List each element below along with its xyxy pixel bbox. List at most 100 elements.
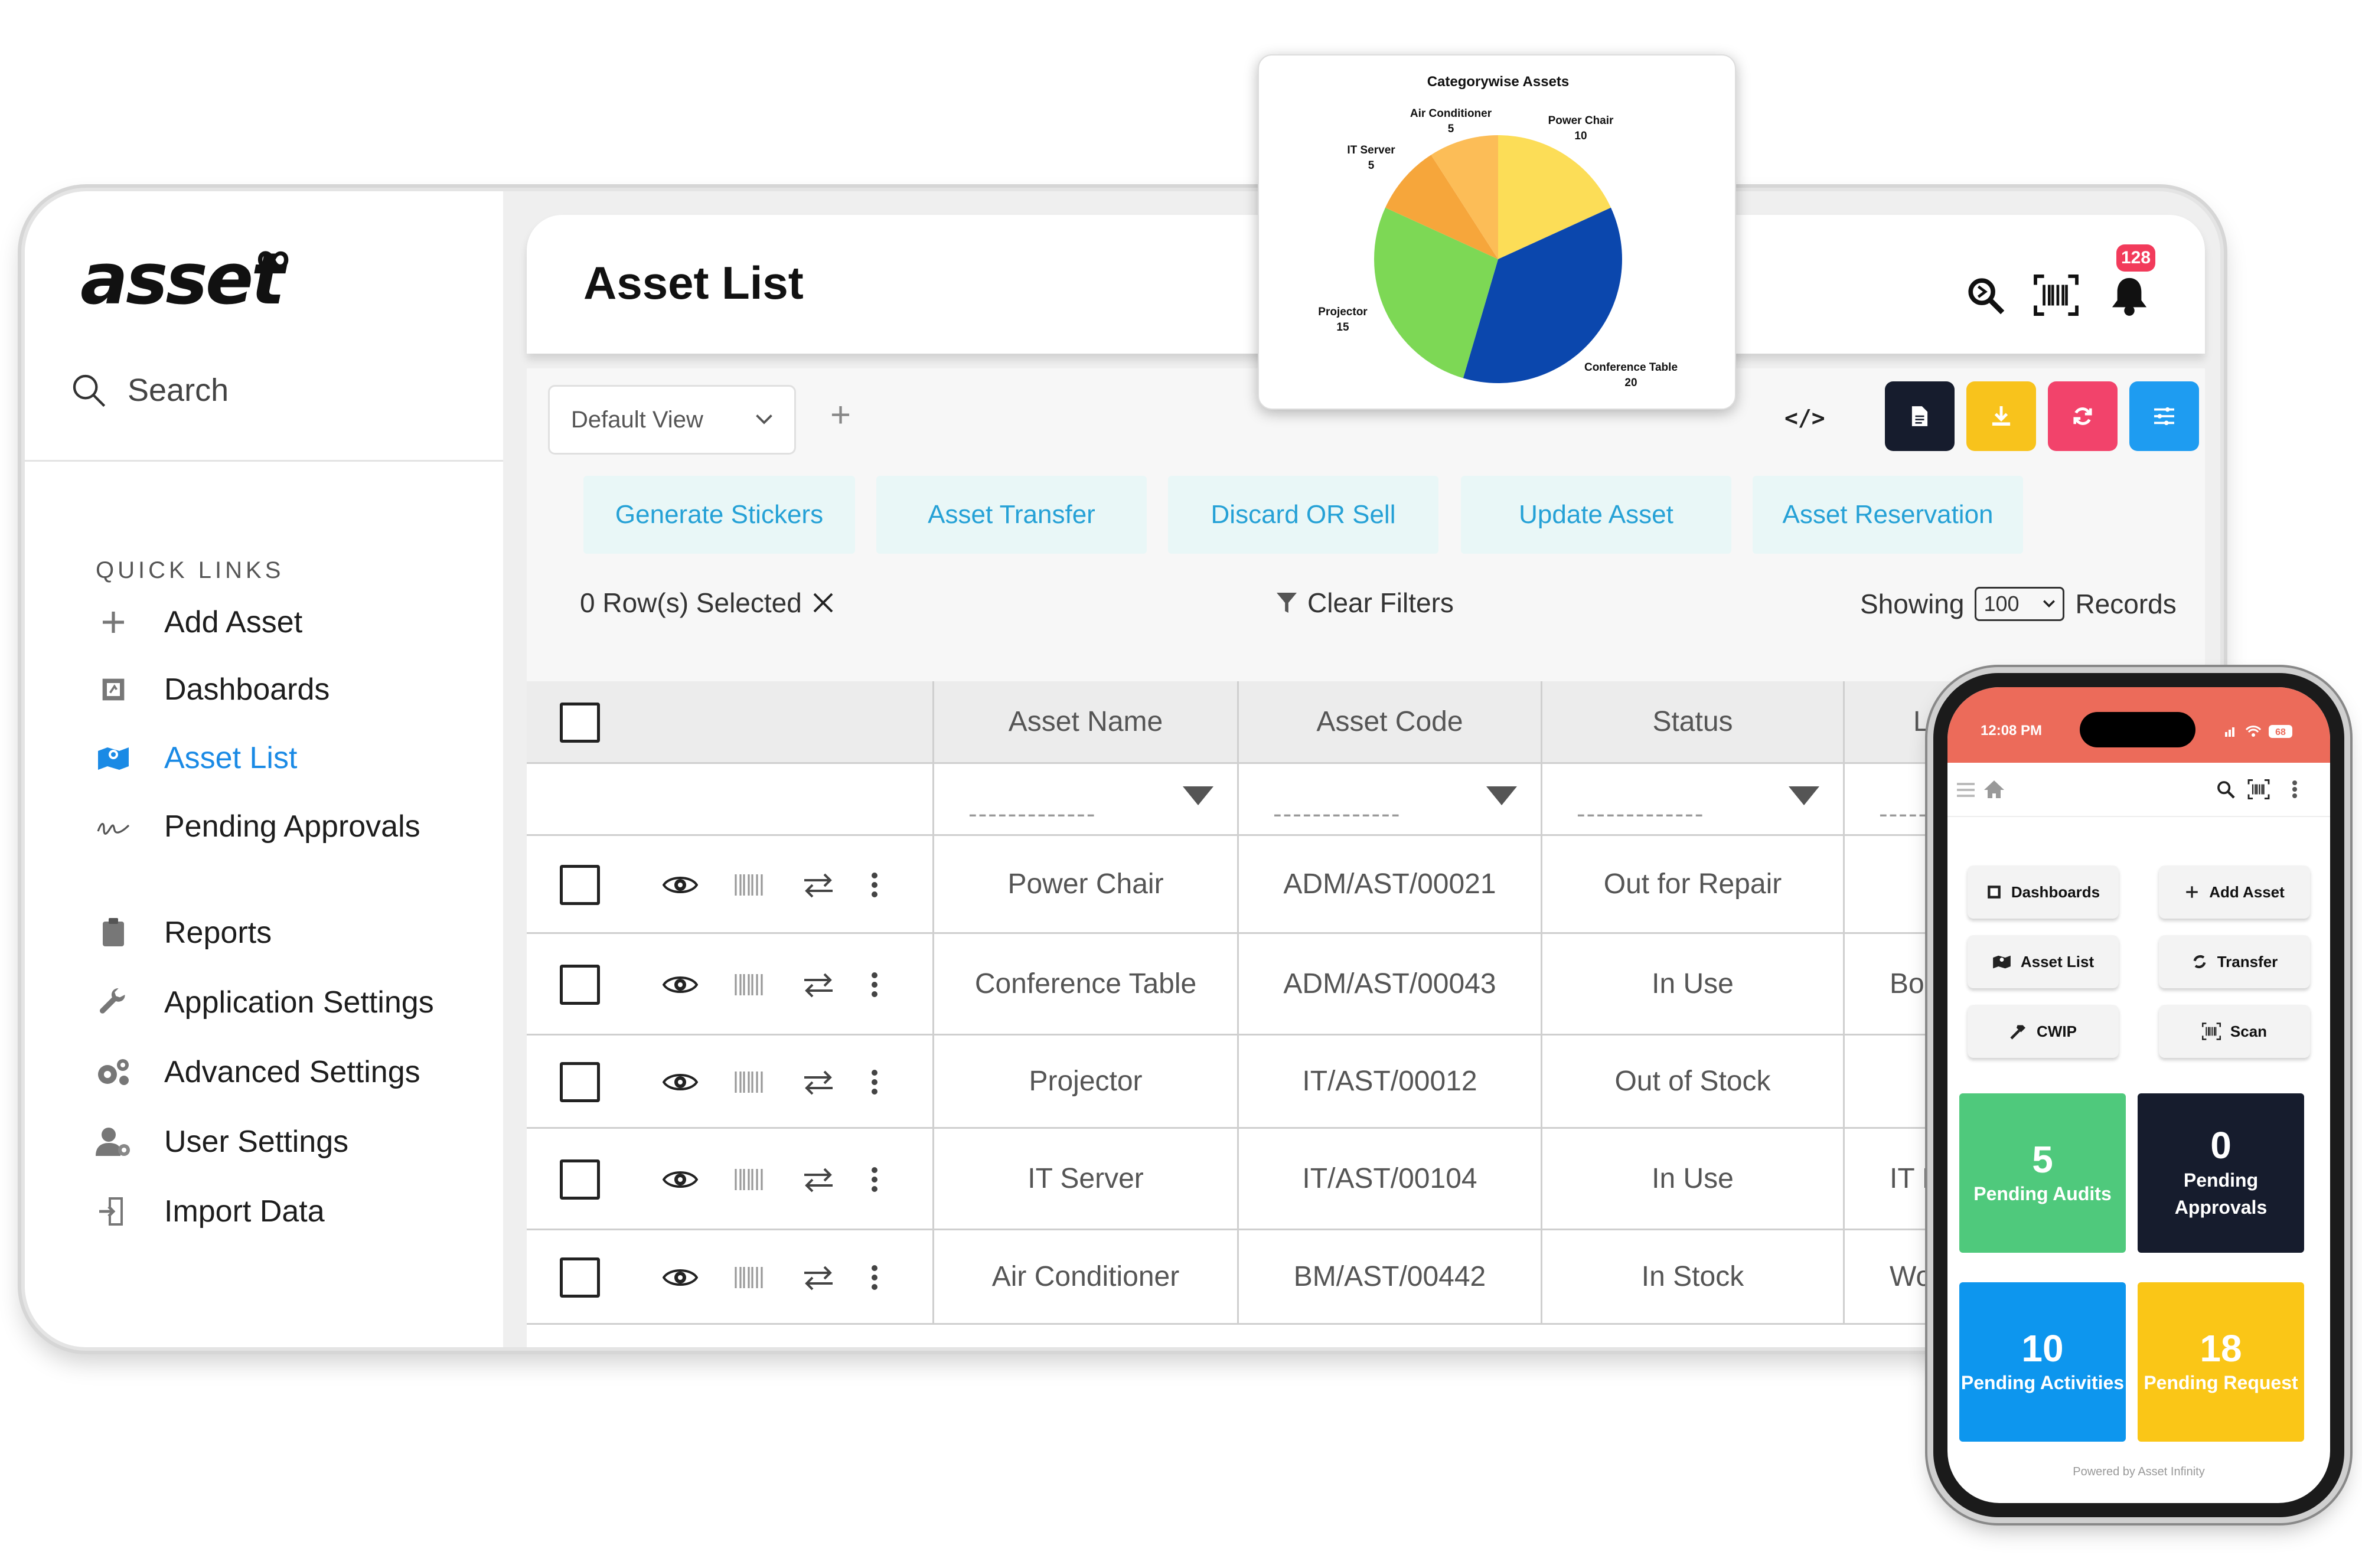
cell-asset-name[interactable]: Air Conditioner [934,1230,1239,1323]
select-all-checkbox[interactable] [560,703,600,743]
view-select[interactable]: Default View [548,385,796,455]
sidebar-item-label: Asset List [164,741,298,775]
phone-scan-button[interactable]: Scan [2159,1005,2310,1058]
column-header-asset-name[interactable]: Asset Name [934,681,1239,764]
phone-add-asset-button[interactable]: Add Asset [2159,865,2310,919]
transfer-arrows-icon[interactable] [802,871,835,899]
transfer-icon [2193,955,2206,968]
search-asset-icon[interactable] [2216,779,2236,799]
sidebar-item-label: Pending Approvals [164,809,420,844]
filter-asset-code[interactable]: ------------- [1239,764,1542,836]
sidebar-item-application-settings[interactable]: Application Settings [96,985,434,1020]
cell-asset-name[interactable]: Power Chair [934,836,1239,932]
home-icon[interactable] [1983,779,2005,799]
view-eye-icon[interactable] [663,871,698,899]
column-header-status[interactable]: Status [1542,681,1845,764]
view-eye-icon[interactable] [663,1165,698,1194]
tile-pending-approvals[interactable]: 0 Pending Approvals [2138,1093,2304,1253]
menu-icon[interactable] [1956,782,1976,798]
more-vertical-icon[interactable] [870,1165,879,1194]
cell-asset-code[interactable]: IT/AST/00104 [1239,1129,1542,1229]
column-header-asset-code[interactable]: Asset Code [1239,681,1542,764]
sidebar-item-add-asset[interactable]: Add Asset [96,605,302,640]
barcode-icon[interactable] [733,1263,766,1292]
asset-transfer-button[interactable]: Asset Transfer [876,476,1147,554]
sidebar-item-advanced-settings[interactable]: Advanced Settings [96,1054,420,1090]
more-vertical-icon[interactable] [870,971,879,999]
cell-asset-code[interactable]: ADM/AST/00043 [1239,934,1542,1034]
tile-pending-audits[interactable]: 5 Pending Audits [1959,1093,2126,1253]
filter-asset-name[interactable]: ------------- [934,764,1239,836]
user-gear-icon [96,1124,131,1159]
sidebar-item-import-data[interactable]: Import Data [96,1194,325,1229]
phone-frame: 12:08 PM 68 Dashboards Add Asset Asset L… [1933,673,2344,1517]
tile-pending-request[interactable]: 18 Pending Request [2138,1282,2304,1442]
barcode-icon[interactable] [733,871,766,899]
transfer-arrows-icon[interactable] [802,1165,835,1194]
more-vertical-icon[interactable] [870,1263,879,1292]
sidebar-item-pending-approvals[interactable]: Pending Approvals [96,809,420,844]
transfer-arrows-icon[interactable] [802,971,835,999]
pie-slice-label: Power Chair [1548,115,1614,127]
asset-reservation-button[interactable]: Asset Reservation [1753,476,2023,554]
cell-asset-name[interactable]: Projector [934,1035,1239,1127]
search-label: Search [128,373,229,408]
barcode-icon[interactable] [733,1165,766,1194]
records-select[interactable]: 100 [1975,587,2065,621]
tile-label: Pending Approvals [2174,1169,2268,1219]
add-view-button[interactable]: + [830,394,851,435]
update-asset-button[interactable]: Update Asset [1461,476,1731,554]
clear-filters-button[interactable]: Clear Filters [1277,587,1454,619]
sidebar-item-label: Dashboards [164,672,330,707]
sidebar-item-reports[interactable]: Reports [96,915,272,950]
export-pdf-button[interactable] [1885,381,1955,451]
phone-dashboards-button[interactable]: Dashboards [1968,865,2119,919]
discard-or-sell-button[interactable]: Discard OR Sell [1168,476,1438,554]
phone-asset-list-button[interactable]: Asset List [1968,935,2119,988]
view-eye-icon[interactable] [663,1068,698,1096]
more-vertical-icon[interactable] [2291,779,2298,799]
download-button[interactable] [1966,381,2036,451]
cell-asset-code[interactable]: ADM/AST/00021 [1239,836,1542,932]
row-checkbox[interactable] [560,1062,600,1102]
barcode-scan-icon[interactable] [2247,779,2270,799]
row-checkbox[interactable] [560,1257,600,1298]
row-checkbox[interactable] [560,1159,600,1200]
pie-slice-label: Air Conditioner [1410,107,1492,120]
code-icon[interactable]: </> [1784,405,1825,431]
cell-asset-code[interactable]: BM/AST/00442 [1239,1230,1542,1323]
transfer-arrows-icon[interactable] [802,1263,835,1292]
sidebar-search[interactable]: Search [70,371,229,409]
tile-pending-activities[interactable]: 10 Pending Activities [1959,1282,2126,1442]
sidebar-item-asset-list[interactable]: Asset List [96,740,297,776]
sidebar-item-user-settings[interactable]: User Settings [96,1124,348,1159]
view-eye-icon[interactable] [663,971,698,999]
row-checkbox[interactable] [560,865,600,905]
more-vertical-icon[interactable] [870,1068,879,1096]
cell-asset-name[interactable]: IT Server [934,1129,1239,1229]
cell-asset-code[interactable]: IT/AST/00012 [1239,1035,1542,1127]
barcode-icon[interactable] [733,1068,766,1096]
bell-icon[interactable] [2106,272,2153,319]
phone-cwip-button[interactable]: CWIP [1968,1005,2119,1058]
close-icon[interactable] [813,592,834,613]
view-eye-icon[interactable] [663,1263,698,1292]
phone-transfer-button[interactable]: Transfer [2159,935,2310,988]
barcode-icon[interactable] [733,971,766,999]
transfer-arrows-icon[interactable] [802,1068,835,1096]
more-vertical-icon[interactable] [870,871,879,899]
row-icon-group [663,971,879,999]
sidebar-item-dashboards[interactable]: Dashboards [96,672,329,707]
generate-stickers-button[interactable]: Generate Stickers [583,476,855,554]
import-icon [96,1194,131,1229]
barcode-scan-icon[interactable] [2033,272,2080,319]
map-icon [96,740,131,776]
cell-asset-name[interactable]: Conference Table [934,934,1239,1034]
pie-slice-value: 10 [1574,130,1587,142]
filter-status[interactable]: ------------- [1542,764,1845,836]
row-checkbox[interactable] [560,965,600,1005]
refresh-button[interactable] [2048,381,2118,451]
search-asset-icon[interactable] [1962,272,2009,319]
column-settings-button[interactable] [2129,381,2199,451]
sidebar: asset ∞ Search QUICK LINKS Add Asset Das… [25,191,503,1347]
